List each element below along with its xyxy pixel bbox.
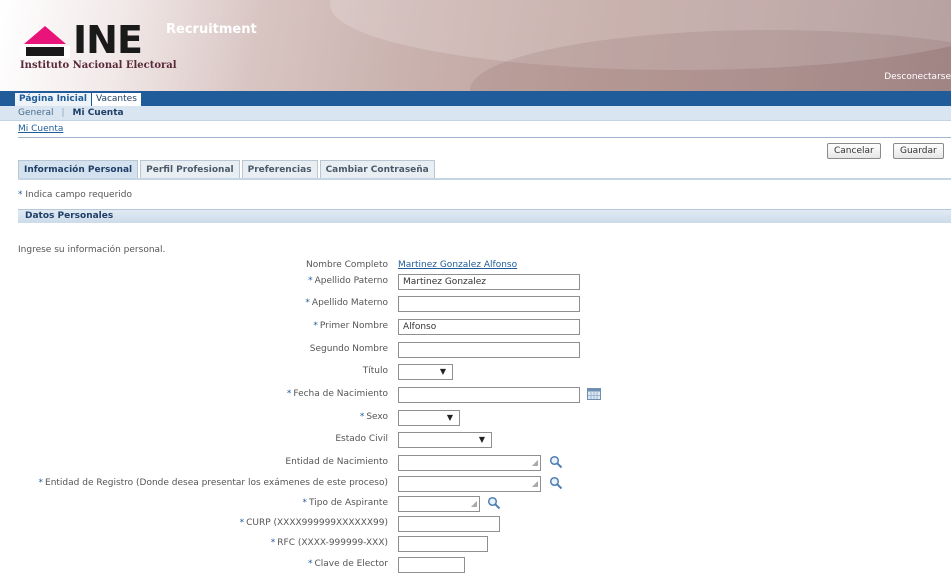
tab-cambiar-contrasena[interactable]: Cambiar Contraseña <box>319 160 435 178</box>
required-note: * Indica campo requerido <box>18 190 132 200</box>
search-icon[interactable] <box>549 455 563 469</box>
row-apellido-materno: * Apellido Materno <box>0 296 951 312</box>
required-marker: * <box>18 190 23 200</box>
header-banner: INE Instituto Nacional Electoral Recruit… <box>0 0 951 91</box>
subnav-general[interactable]: General <box>18 108 53 118</box>
required-note-text: Indica campo requerido <box>25 190 132 200</box>
search-icon[interactable] <box>549 476 563 490</box>
label-rfc: * RFC (XXXX-999999-XXX) <box>270 538 388 548</box>
rfc-input[interactable] <box>398 536 488 552</box>
label-entidad-registro: * Entidad de Registro (Donde desea presen… <box>38 478 388 488</box>
fecha-nacimiento-input[interactable] <box>398 387 580 403</box>
row-estado-civil: Estado Civil ▼ <box>0 432 951 448</box>
main-nav-bar <box>0 91 951 106</box>
cancel-button[interactable]: Cancelar <box>827 143 881 159</box>
tab-vacantes[interactable]: Vacantes <box>92 93 142 106</box>
ine-logo-icon <box>20 26 70 58</box>
entidad-registro-input[interactable]: ◢ <box>398 476 541 492</box>
label-segundo-nombre: Segundo Nombre <box>309 344 388 354</box>
main-nav-tabs: Página Inicial Vacantes <box>15 93 142 106</box>
row-tipo-aspirante: * Tipo de Aspirante ◢ <box>0 496 951 512</box>
breadcrumb-divider <box>18 137 951 138</box>
dropdown-arrow-icon: ▼ <box>478 435 485 444</box>
primer-nombre-input[interactable]: Alfonso <box>398 319 580 335</box>
subnav-mi-cuenta[interactable]: Mi Cuenta <box>73 108 124 118</box>
row-segundo-nombre: Segundo Nombre <box>0 342 951 358</box>
row-apellido-paterno: * Apellido Paterno Martinez Gonzalez <box>0 274 951 290</box>
tabs-underline <box>18 178 951 180</box>
label-titulo: Título <box>362 366 388 376</box>
app-name: Recruitment <box>166 22 257 37</box>
logo-word: INE <box>73 18 143 62</box>
nombre-completo-link[interactable]: Martinez Gonzalez Alfonso <box>398 260 517 270</box>
profile-tabs: Información Personal Perfil Profesional … <box>18 160 437 178</box>
segundo-nombre-input[interactable] <box>398 342 580 358</box>
label-primer-nombre: * Primer Nombre <box>313 321 388 331</box>
row-entidad-registro: * Entidad de Registro (Donde desea presen… <box>0 476 951 492</box>
tab-informacion-personal[interactable]: Información Personal <box>18 160 139 178</box>
search-icon[interactable] <box>487 496 501 510</box>
label-nombre-completo: Nombre Completo <box>306 260 388 270</box>
row-primer-nombre: * Primer Nombre Alfonso <box>0 319 951 335</box>
tab-preferencias[interactable]: Preferencias <box>241 160 318 178</box>
tab-perfil-profesional[interactable]: Perfil Profesional <box>140 160 240 178</box>
tab-pagina-inicial[interactable]: Página Inicial <box>15 93 92 106</box>
label-fecha-nacimiento: * Fecha de Nacimiento <box>286 389 388 399</box>
save-button[interactable]: Guardar <box>893 143 944 159</box>
tipo-aspirante-input[interactable]: ◢ <box>398 496 480 512</box>
estado-civil-select[interactable]: ▼ <box>398 432 492 448</box>
row-titulo: Título ▼ <box>0 364 951 380</box>
label-apellido-paterno: * Apellido Paterno <box>308 276 388 286</box>
apellido-paterno-input[interactable]: Martinez Gonzalez <box>398 274 580 290</box>
intro-text: Ingrese su información personal. <box>18 245 166 255</box>
section-header: Datos Personales <box>18 209 951 223</box>
sexo-select[interactable]: ▼ <box>398 410 460 426</box>
label-curp: * CURP (XXXX999999XXXXXX99) <box>239 518 388 528</box>
label-clave-elector: * Clave de Elector <box>307 559 388 569</box>
label-estado-civil: Estado Civil <box>335 434 388 444</box>
clave-elector-input[interactable] <box>398 557 465 573</box>
apellido-materno-input[interactable] <box>398 296 580 312</box>
resize-grip-icon: ◢ <box>531 458 538 467</box>
curp-input[interactable] <box>398 516 500 532</box>
breadcrumb[interactable]: Mi Cuenta <box>18 124 63 134</box>
logo-subtitle: Instituto Nacional Electoral <box>20 60 177 71</box>
dropdown-arrow-icon: ▼ <box>439 367 446 376</box>
row-fecha-nacimiento: * Fecha de Nacimiento <box>0 387 951 403</box>
entidad-nacimiento-input[interactable]: ◢ <box>398 455 541 471</box>
label-tipo-aspirante: * Tipo de Aspirante <box>302 498 388 508</box>
dropdown-arrow-icon: ▼ <box>446 413 453 422</box>
calendar-icon[interactable] <box>587 388 601 400</box>
logout-link[interactable]: Desconectarse <box>884 72 951 82</box>
row-rfc: * RFC (XXXX-999999-XXX) <box>0 536 951 552</box>
resize-grip-icon: ◢ <box>531 479 538 488</box>
sub-nav: General | Mi Cuenta <box>0 106 951 121</box>
row-entidad-nacimiento: Entidad de Nacimiento ◢ <box>0 455 951 471</box>
row-sexo: * Sexo ▼ <box>0 410 951 426</box>
row-curp: * CURP (XXXX999999XXXXXX99) <box>0 516 951 532</box>
resize-grip-icon: ◢ <box>470 499 477 508</box>
titulo-select[interactable]: ▼ <box>398 364 453 380</box>
subnav-separator: | <box>61 108 65 118</box>
label-sexo: * Sexo <box>359 412 388 422</box>
label-apellido-materno: * Apellido Materno <box>305 298 388 308</box>
row-clave-elector: * Clave de Elector <box>0 557 951 573</box>
label-entidad-nacimiento: Entidad de Nacimiento <box>285 457 388 467</box>
row-nombre-completo: Nombre Completo Martinez Gonzalez Alfons… <box>0 258 951 274</box>
